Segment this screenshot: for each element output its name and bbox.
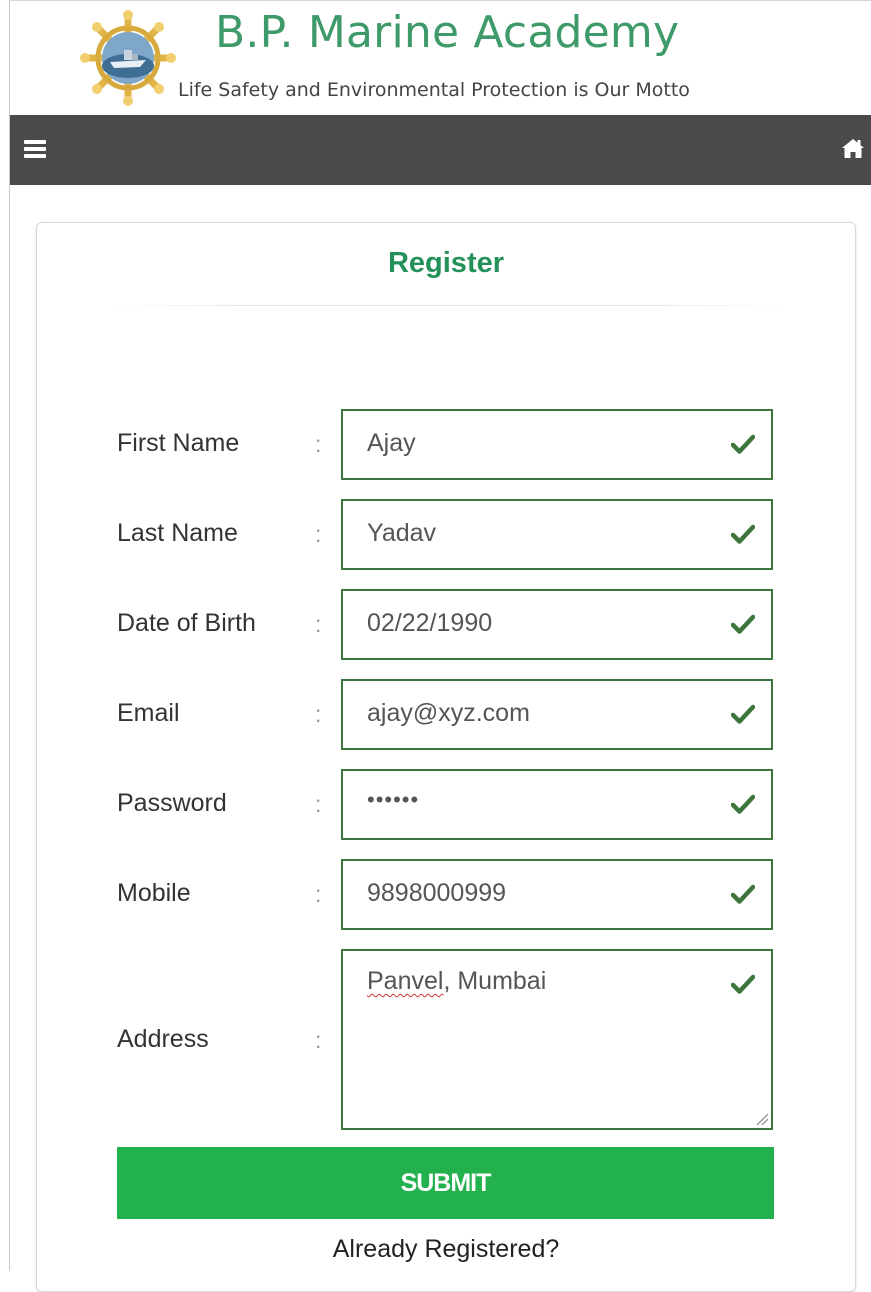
resize-grip-icon[interactable] [755, 1112, 769, 1126]
register-card: Register First Name : Ajay Last Name : Y… [36, 222, 856, 1292]
first-name-input[interactable]: Ajay [341, 409, 773, 480]
colon-separator: : [315, 611, 322, 637]
mobile-label: Mobile [117, 879, 191, 907]
check-icon [731, 704, 755, 724]
address-textarea[interactable]: Panvel, Mumbai [341, 949, 773, 1130]
password-input[interactable]: •••••• [341, 769, 773, 840]
brand-title: B.P. Marine Academy [215, 7, 680, 58]
mobile-input[interactable]: 9898000999 [341, 859, 773, 930]
email-field[interactable]: ajay@xyz.com [341, 679, 773, 750]
navbar [10, 115, 871, 185]
address-value-rest: , Mumbai [443, 967, 547, 995]
check-icon [731, 614, 755, 634]
title-divider [107, 305, 787, 306]
email-value: ajay@xyz.com [367, 699, 530, 727]
password-value: •••••• [367, 787, 420, 812]
date-of-birth-value: 02/22/1990 [367, 609, 493, 637]
already-registered-link[interactable]: Already Registered? [37, 1235, 855, 1264]
address-value: Panvel, Mumbai [367, 967, 546, 996]
address-label: Address [117, 1025, 209, 1053]
mobile-value: 9898000999 [367, 879, 507, 907]
colon-separator: : [315, 791, 322, 817]
home-icon[interactable] [841, 137, 865, 159]
brand-tagline: Life Safety and Environmental Protection… [178, 79, 690, 101]
colon-separator: : [315, 431, 322, 457]
first-name-label: First Name [117, 429, 240, 457]
register-title: Register [387, 247, 505, 279]
colon-separator: : [315, 881, 322, 907]
email-label: Email [117, 699, 180, 727]
check-icon [731, 974, 755, 994]
submit-button[interactable]: SUBMIT [117, 1147, 774, 1219]
check-icon [731, 794, 755, 814]
first-name-value: Ajay [367, 429, 416, 457]
date-of-birth-input[interactable]: 02/22/1990 [341, 589, 773, 660]
last-name-label: Last Name [117, 519, 238, 547]
check-icon [731, 524, 755, 544]
last-name-input[interactable]: Yadav [341, 499, 773, 570]
check-icon [731, 434, 755, 454]
colon-separator: : [315, 1027, 322, 1053]
last-name-value: Yadav [367, 519, 437, 547]
date-of-birth-label: Date of Birth [117, 609, 256, 637]
site-header: B.P. Marine Academy Life Safety and Envi… [10, 1, 871, 115]
address-value-city: Panvel [367, 967, 444, 995]
password-label: Password [117, 789, 227, 817]
ship-wheel-logo-icon [80, 10, 176, 106]
colon-separator: : [315, 701, 322, 727]
colon-separator: : [315, 521, 322, 547]
hamburger-menu-icon[interactable] [24, 140, 46, 158]
check-icon [731, 884, 755, 904]
